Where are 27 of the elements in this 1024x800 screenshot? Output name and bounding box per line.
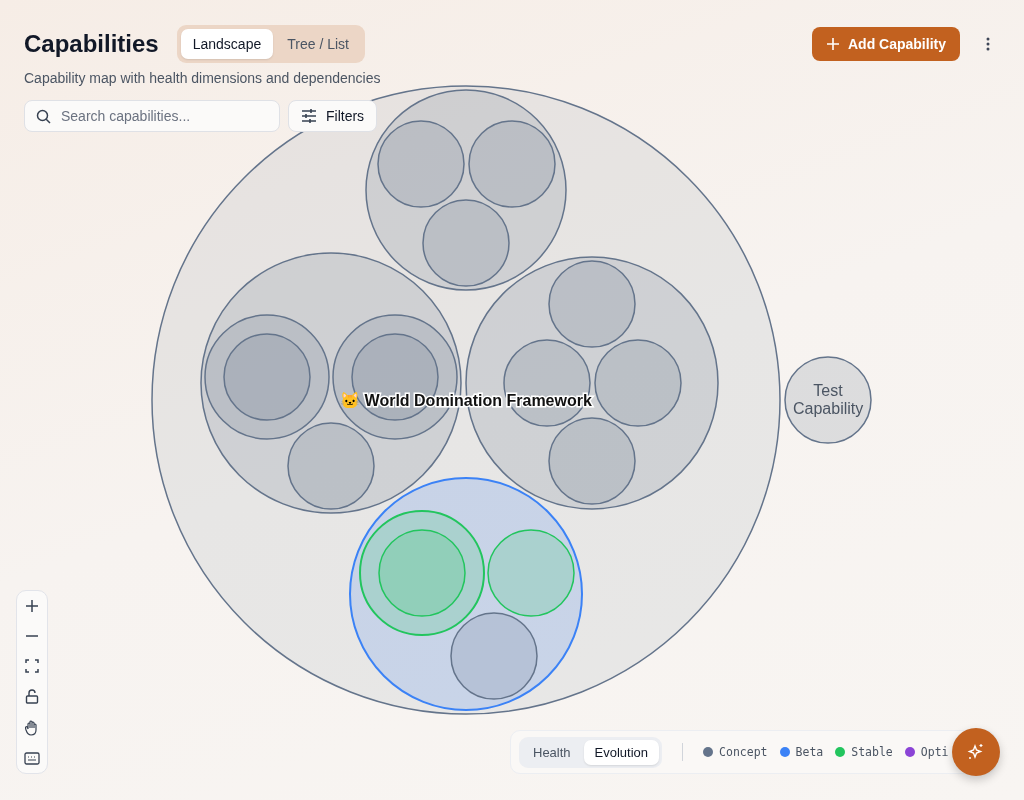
more-icon[interactable] [986,37,990,51]
fit-view-icon[interactable] [25,659,39,673]
assistant-button[interactable] [952,728,1000,776]
sparkle-icon [967,743,985,761]
hand-icon[interactable] [25,720,39,736]
sliders-icon [301,109,317,123]
mode-tab[interactable]: Evolution [583,739,660,765]
legend-label: Stable [851,745,893,759]
keyboard-icon[interactable] [24,752,40,765]
legend-label: Concept [719,745,768,759]
view-tab[interactable]: Landscape [180,29,274,59]
unlock-icon[interactable] [25,689,39,704]
zoom-in-icon[interactable] [25,599,39,613]
legend-label: Beta [795,745,824,759]
plus-icon [826,37,840,51]
mode-tab[interactable]: Health [522,739,582,765]
capability-label: 🐱 World Domination Framework [340,392,592,409]
filters-button[interactable]: Filters [288,100,378,132]
capability-label: Test Capability [793,381,863,419]
page-subtitle: Capability map with health dimensions and dependencies [24,70,382,86]
capability-bubble[interactable] [503,339,591,427]
view-tab[interactable]: Tree / List [275,29,361,59]
add-capability-button[interactable]: Add Capability [812,27,960,61]
legend-label: Opti [920,745,949,759]
page-title: Capabilities [24,30,159,58]
search-field[interactable]: Search capabilities... [24,100,280,132]
search-icon [36,109,51,124]
